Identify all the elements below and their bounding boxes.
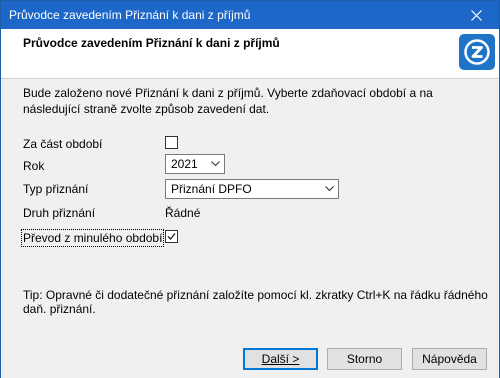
close-button[interactable]	[454, 1, 499, 29]
description-text: Bude založeno nové Přiznání k dani z pří…	[23, 86, 433, 116]
next-button[interactable]: Další >	[243, 348, 318, 370]
za-cast-obdobi-checkbox[interactable]	[165, 136, 178, 149]
rok-label: Rok	[23, 159, 45, 173]
title-bar[interactable]: Průvodce zavedením Přiznání k dani z pří…	[1, 1, 499, 29]
wizard-title: Průvodce zavedením Přiznání k dani z pří…	[23, 36, 280, 50]
chevron-down-icon	[325, 180, 334, 198]
checkmark-icon	[167, 233, 176, 240]
prevod-label[interactable]: Převod z minulého období	[20, 229, 165, 247]
help-button[interactable]: Nápověda	[412, 348, 487, 370]
next-button-label: Další >	[261, 352, 300, 366]
chevron-down-icon	[211, 155, 220, 173]
tip-text: Tip: Opravné či dodatečné přiznání založ…	[23, 288, 488, 316]
window-title: Průvodce zavedením Přiznání k dani z pří…	[9, 8, 251, 22]
wizard-body: Bude založeno nové Přiznání k dani z pří…	[1, 79, 499, 378]
druh-priznani-label: Druh přiznání	[23, 206, 96, 220]
druh-priznani-value: Řádné	[165, 206, 201, 220]
typ-priznani-label: Typ přiznání	[23, 182, 89, 196]
wizard-header: Průvodce zavedením Přiznání k dani z pří…	[1, 29, 499, 79]
prevod-checkbox[interactable]	[165, 230, 178, 243]
rok-select[interactable]: 2021	[165, 154, 225, 174]
close-icon	[471, 9, 482, 21]
typ-priznani-value: Přiznání DPFO	[171, 182, 252, 196]
app-logo-icon	[459, 34, 495, 70]
typ-priznani-select[interactable]: Přiznání DPFO	[165, 179, 339, 199]
cancel-button[interactable]: Storno	[327, 348, 402, 370]
za-cast-obdobi-label: Za část období	[23, 137, 103, 151]
rok-value: 2021	[171, 157, 198, 171]
dialog-window: Průvodce zavedením Přiznání k dani z pří…	[0, 0, 500, 378]
